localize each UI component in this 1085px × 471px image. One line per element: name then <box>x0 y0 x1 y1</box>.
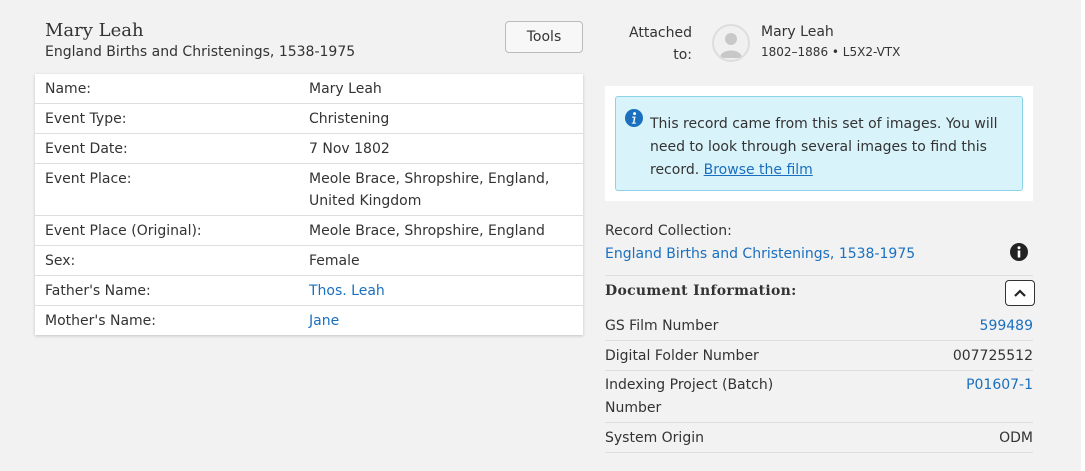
divider <box>605 370 1033 371</box>
record-value: Female <box>309 253 360 269</box>
document-information-heading: Document Information: <box>605 283 797 299</box>
record-row-event-type: Event Type: Christening <box>35 104 583 134</box>
attached-label-line2: to: <box>673 47 692 63</box>
record-details-table: Name: Mary Leah Event Type: Christening … <box>35 74 583 335</box>
attached-person-meta: 1802–1886 • L5X2-VTX <box>761 45 901 59</box>
info-circle-icon <box>625 109 643 131</box>
chevron-up-icon <box>1013 286 1027 301</box>
attached-label-line1: Attached <box>629 25 692 41</box>
image-notice-panel: This record came from this set of images… <box>605 86 1033 201</box>
person-avatar-icon[interactable] <box>712 24 750 62</box>
record-collection-subtitle: England Births and Christenings, 1538-19… <box>45 44 356 60</box>
scrollbar[interactable] <box>1081 0 1085 471</box>
record-label: Mother's Name: <box>45 313 156 329</box>
record-collection-link[interactable]: England Births and Christenings, 1538-19… <box>605 246 915 262</box>
page-title: Mary Leah <box>45 20 144 41</box>
divider <box>605 422 1033 423</box>
notice-message: This record came from this set of images… <box>650 116 998 178</box>
doc-label: GS Film Number <box>605 318 719 334</box>
attached-to-label: Attached to: <box>620 22 692 66</box>
record-label: Event Place: <box>45 171 132 187</box>
attached-person-name[interactable]: Mary Leah <box>761 24 834 40</box>
record-row-event-date: Event Date: 7 Nov 1802 <box>35 134 583 164</box>
record-value: Meole Brace, Shropshire, England <box>309 223 545 239</box>
record-value: Mary Leah <box>309 81 382 97</box>
collapse-document-info-button[interactable] <box>1005 280 1035 306</box>
film-number-link[interactable]: 599489 <box>980 315 1033 338</box>
info-circle-icon[interactable] <box>1010 243 1028 265</box>
image-notice-text: This record came from this set of images… <box>650 113 1010 182</box>
record-label: Event Date: <box>45 141 128 157</box>
doc-row-batch-number: Indexing Project (Batch) Number P01607-1 <box>605 374 1033 420</box>
image-notice-box: This record came from this set of images… <box>615 96 1023 191</box>
record-value: 7 Nov 1802 <box>309 141 390 157</box>
doc-label: Indexing Project (Batch) Number <box>605 377 774 416</box>
record-row-name: Name: Mary Leah <box>35 74 583 104</box>
record-row-father: Father's Name: Thos. Leah <box>35 276 583 306</box>
record-label: Sex: <box>45 253 76 269</box>
record-label: Event Place (Original): <box>45 223 202 239</box>
doc-label: Digital Folder Number <box>605 348 759 364</box>
divider <box>605 452 1033 453</box>
record-row-sex: Sex: Female <box>35 246 583 276</box>
record-row-mother: Mother's Name: Jane <box>35 306 583 335</box>
doc-row-folder-number: Digital Folder Number 007725512 <box>605 345 1033 368</box>
record-row-event-place-original: Event Place (Original): Meole Brace, Shr… <box>35 216 583 246</box>
record-collection-label: Record Collection: <box>605 223 732 239</box>
record-value: Meole Brace, Shropshire, England, United… <box>309 171 550 209</box>
mother-name-link[interactable]: Jane <box>309 310 583 332</box>
record-label: Name: <box>45 81 92 97</box>
doc-label: System Origin <box>605 430 704 446</box>
father-name-link[interactable]: Thos. Leah <box>309 280 583 302</box>
browse-film-link[interactable]: Browse the film <box>704 162 813 178</box>
doc-row-film-number: GS Film Number 599489 <box>605 315 1033 338</box>
record-row-event-place: Event Place: Meole Brace, Shropshire, En… <box>35 164 583 216</box>
divider <box>605 275 1033 276</box>
doc-value: 007725512 <box>952 348 1033 364</box>
record-value: Christening <box>309 111 390 127</box>
record-label: Father's Name: <box>45 283 151 299</box>
record-label: Event Type: <box>45 111 127 127</box>
divider <box>605 340 1033 341</box>
doc-value: ODM <box>999 430 1033 446</box>
tools-button[interactable]: Tools <box>505 21 583 53</box>
batch-number-link[interactable]: P01607-1 <box>966 374 1033 397</box>
doc-row-system-origin: System Origin ODM <box>605 427 1033 450</box>
